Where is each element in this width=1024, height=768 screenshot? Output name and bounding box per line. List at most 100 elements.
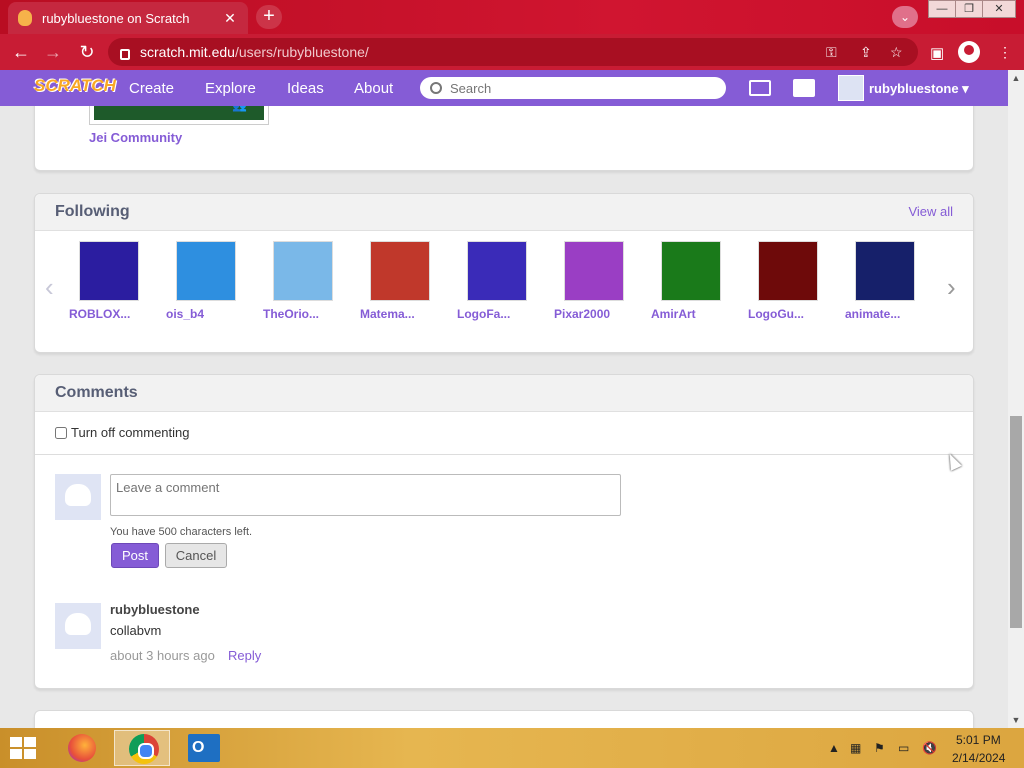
following-user[interactable]: animate... bbox=[845, 241, 925, 321]
nav-username[interactable]: rubybluestone ▾ bbox=[869, 81, 969, 97]
close-window-button[interactable]: ✕ bbox=[982, 0, 1016, 18]
nav-ideas[interactable]: Ideas bbox=[287, 80, 324, 97]
cancel-button[interactable]: Cancel bbox=[165, 543, 227, 568]
following-user[interactable]: ois_b4 bbox=[166, 241, 246, 321]
sidepanel-icon[interactable]: ▣ bbox=[930, 44, 944, 62]
clock-time[interactable]: 5:01 PM bbox=[956, 733, 1001, 747]
carousel-next-icon[interactable]: › bbox=[947, 272, 956, 303]
following-user-thumbnail[interactable] bbox=[370, 241, 430, 301]
taskbar-firefox[interactable] bbox=[52, 730, 108, 766]
following-user-thumbnail[interactable] bbox=[273, 241, 333, 301]
following-user-thumbnail[interactable] bbox=[661, 241, 721, 301]
following-user-name[interactable]: animate... bbox=[845, 307, 925, 321]
reload-icon[interactable]: ↻ bbox=[76, 42, 98, 62]
following-header: Following View all bbox=[35, 194, 973, 231]
following-user[interactable]: ROBLOX... bbox=[69, 241, 149, 321]
following-user-thumbnail[interactable] bbox=[855, 241, 915, 301]
following-user-name[interactable]: LogoGu... bbox=[748, 307, 828, 321]
chars-left: You have 500 characters left. bbox=[110, 526, 253, 538]
taskbar-chrome[interactable] bbox=[114, 730, 170, 766]
comment-username[interactable]: rubybluestone bbox=[110, 602, 200, 617]
comment-avatar[interactable] bbox=[55, 603, 101, 649]
nav-about[interactable]: About bbox=[354, 80, 393, 97]
following-user[interactable]: AmirArt bbox=[651, 241, 731, 321]
url-path: /users/rubybluestone/ bbox=[234, 44, 369, 60]
following-user-name[interactable]: ois_b4 bbox=[166, 307, 246, 321]
turn-off-commenting-label: Turn off commenting bbox=[71, 425, 190, 440]
following-user[interactable]: Matema... bbox=[360, 241, 440, 321]
studio-name[interactable]: Jei Community bbox=[89, 130, 182, 145]
tab-search-chevron-icon[interactable]: ⌄ bbox=[892, 6, 918, 28]
studio-thumbnail[interactable]: 👥 bbox=[89, 106, 269, 125]
turn-off-commenting-toggle[interactable]: Turn off commenting bbox=[55, 425, 190, 440]
following-user[interactable]: LogoGu... bbox=[748, 241, 828, 321]
my-stuff-icon[interactable] bbox=[793, 79, 815, 97]
firefox-icon bbox=[68, 734, 96, 762]
comment-text: collabvm bbox=[110, 623, 162, 638]
people-icon: 👥 bbox=[232, 106, 256, 112]
share-icon[interactable]: ⇪ bbox=[860, 44, 872, 61]
comment-time: about 3 hours ago bbox=[110, 648, 215, 663]
following-user-name[interactable]: TheOrio... bbox=[263, 307, 343, 321]
clock-date[interactable]: 2/14/2024 bbox=[952, 751, 1005, 765]
browser-tab[interactable]: rubybluestone on Scratch ✕ bbox=[8, 2, 248, 34]
windows-start-icon[interactable] bbox=[10, 737, 38, 761]
post-button[interactable]: Post bbox=[111, 543, 159, 568]
scratch-favicon-icon bbox=[18, 10, 32, 26]
nav-create[interactable]: Create bbox=[129, 80, 174, 97]
tray-network-icon[interactable]: ▦ bbox=[850, 741, 861, 755]
scroll-thumb[interactable] bbox=[1010, 416, 1022, 628]
scratch-logo[interactable]: SCRATCH bbox=[34, 76, 116, 102]
page-scrollbar[interactable]: ▲ ▼ bbox=[1008, 70, 1024, 728]
following-user-thumbnail[interactable] bbox=[79, 241, 139, 301]
address-bar[interactable]: scratch.mit.edu/users/rubybluestone/ bbox=[108, 38, 918, 66]
comments-header: Comments bbox=[35, 375, 973, 412]
following-user-thumbnail[interactable] bbox=[564, 241, 624, 301]
view-all-link[interactable]: View all bbox=[908, 204, 953, 219]
comment-input[interactable] bbox=[110, 474, 621, 516]
back-icon[interactable]: ← bbox=[10, 42, 32, 62]
following-title: Following bbox=[55, 203, 130, 220]
comments-box: Comments Turn off commenting You have 50… bbox=[34, 374, 974, 689]
page-content: 👥 Jei Community Following View all ‹ › R… bbox=[0, 106, 1008, 728]
following-user-name[interactable]: ROBLOX... bbox=[69, 307, 149, 321]
messages-icon[interactable] bbox=[749, 80, 771, 96]
key-icon[interactable]: ⚿ bbox=[826, 44, 837, 61]
reply-link[interactable]: Reply bbox=[228, 648, 261, 663]
tab-close-icon[interactable]: ✕ bbox=[222, 10, 238, 27]
nav-explore[interactable]: Explore bbox=[205, 80, 256, 97]
tab-title: rubybluestone on Scratch bbox=[42, 10, 190, 26]
following-user-thumbnail[interactable] bbox=[176, 241, 236, 301]
new-tab-button[interactable]: + bbox=[256, 5, 282, 29]
taskbar-outlook[interactable]: O bbox=[176, 730, 232, 766]
scroll-down-icon[interactable]: ▼ bbox=[1008, 712, 1024, 728]
following-user[interactable]: LogoFa... bbox=[457, 241, 537, 321]
tray-volume-muted-icon[interactable]: 🔇 bbox=[922, 741, 937, 755]
tray-chevron-icon[interactable]: ▲ bbox=[828, 741, 840, 755]
following-user-thumbnail[interactable] bbox=[758, 241, 818, 301]
carousel-prev-icon[interactable]: ‹ bbox=[45, 272, 54, 303]
url-host: scratch.mit.edu bbox=[140, 44, 235, 60]
following-user[interactable]: Pixar2000 bbox=[554, 241, 634, 321]
profile-avatar-icon[interactable] bbox=[958, 41, 980, 63]
comments-title: Comments bbox=[55, 384, 138, 401]
following-user-name[interactable]: AmirArt bbox=[651, 307, 731, 321]
forward-icon[interactable]: → bbox=[42, 42, 64, 62]
tray-flag-icon[interactable]: ⚑ bbox=[874, 741, 885, 755]
search-input[interactable] bbox=[450, 80, 710, 96]
following-user-name[interactable]: Matema... bbox=[360, 307, 440, 321]
following-user-thumbnail[interactable] bbox=[467, 241, 527, 301]
lock-icon bbox=[120, 48, 130, 60]
tray-computer-icon[interactable]: ▭ bbox=[898, 741, 909, 755]
user-avatar[interactable] bbox=[838, 75, 864, 101]
menu-kebab-icon[interactable]: ⋮ bbox=[998, 44, 1012, 61]
following-user[interactable]: TheOrio... bbox=[263, 241, 343, 321]
star-icon[interactable]: ☆ bbox=[890, 44, 903, 61]
turn-off-commenting-checkbox[interactable] bbox=[55, 426, 67, 439]
minimize-button[interactable]: — bbox=[928, 0, 956, 18]
following-user-name[interactable]: Pixar2000 bbox=[554, 307, 634, 321]
scroll-up-icon[interactable]: ▲ bbox=[1008, 70, 1024, 86]
outlook-icon: O bbox=[188, 734, 220, 762]
following-user-name[interactable]: LogoFa... bbox=[457, 307, 537, 321]
restore-button[interactable]: ❐ bbox=[955, 0, 983, 18]
